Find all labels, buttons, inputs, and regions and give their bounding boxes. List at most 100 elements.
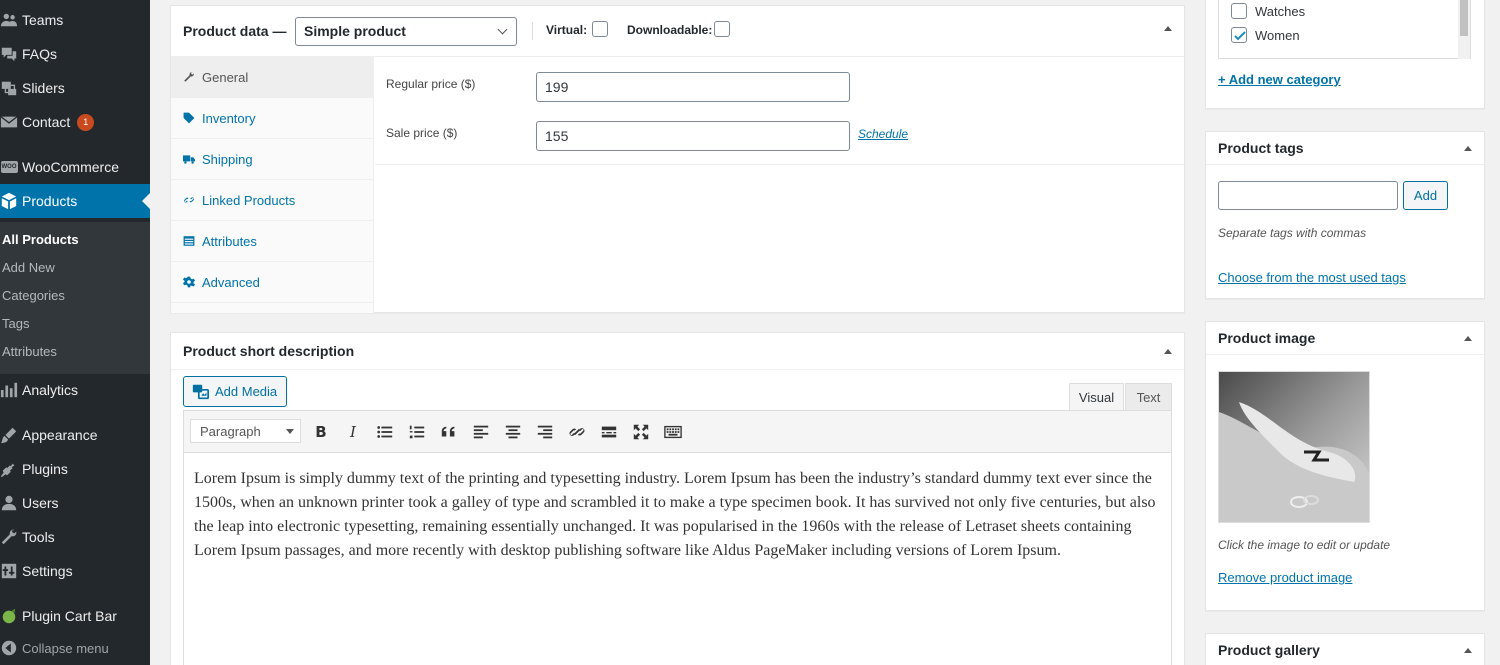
products-icon [0,192,22,210]
submenu-attributes[interactable]: Attributes [2,344,57,359]
collapse-toggle-icon[interactable] [1164,349,1172,354]
sale-price-input[interactable]: 155 [536,121,850,151]
submenu-all-products[interactable]: All Products [2,232,79,247]
toolbar-toggle-icon[interactable] [662,421,684,443]
add-media-button[interactable]: Add Media [183,376,287,407]
format-select[interactable]: Paragraph [190,419,301,443]
collapse-toggle-icon[interactable] [1164,26,1172,31]
italic-icon[interactable]: I [342,421,364,443]
product-image-thumbnail[interactable] [1218,371,1370,523]
submenu-add-new[interactable]: Add New [2,260,55,275]
menu-item-contact[interactable]: Contact 1 [0,105,150,139]
menu-item-teams[interactable]: Teams [0,3,150,37]
format-value: Paragraph [200,424,261,439]
collapse-toggle-icon[interactable] [1464,336,1472,341]
remove-product-image-link[interactable]: Remove product image [1218,570,1352,585]
align-right-icon[interactable] [534,421,556,443]
gear-icon [183,275,202,289]
tab-visual[interactable]: Visual [1069,383,1124,411]
menu-item-sliders[interactable]: Sliders [0,71,150,105]
menu-item-woocommerce[interactable]: WOO WooCommerce [0,150,150,184]
add-new-category-link[interactable]: + Add new category [1218,72,1341,87]
menu-item-users[interactable]: Users [0,486,150,520]
sale-price-label: Sale price ($) [386,126,458,140]
menu-label: Products [22,193,78,209]
tab-inventory[interactable]: Inventory [171,98,373,139]
regular-price-label: Regular price ($) [386,77,476,91]
menu-item-products[interactable]: Products [0,184,150,218]
tag-input[interactable] [1218,181,1398,210]
editor-content[interactable]: Lorem Ipsum is simply dummy text of the … [183,453,1172,665]
menu-label: Sliders [22,80,65,96]
numbered-list-icon[interactable] [406,421,428,443]
wrench-icon [183,70,202,84]
submenu-tags[interactable]: Tags [2,316,29,331]
chevron-down-icon [497,24,508,35]
read-more-icon[interactable] [598,421,620,443]
fullscreen-icon[interactable] [630,421,652,443]
header-divider [532,22,533,40]
bold-icon[interactable]: B [310,421,332,443]
menu-item-plugins[interactable]: Plugins [0,452,150,486]
editor-toolbar: Paragraph B I [183,410,1172,453]
product-type-value: Simple product [304,23,406,39]
menu-label: FAQs [22,46,58,62]
collapse-icon [0,639,22,657]
product-type-select[interactable]: Simple product [295,17,517,46]
collapse-menu-button[interactable]: Collapse menu [0,631,150,665]
submenu-categories[interactable]: Categories [2,288,65,303]
category-scrollbar[interactable] [1458,0,1470,59]
virtual-checkbox[interactable] [592,21,608,37]
tools-icon [0,528,22,546]
downloadable-label: Downloadable: [627,23,713,37]
insert-link-icon[interactable] [566,421,588,443]
product-image-title: Product image [1218,330,1316,346]
women-checkbox[interactable] [1231,27,1247,43]
scrollbar-thumb[interactable] [1460,0,1468,36]
plugins-icon [0,460,22,478]
align-center-icon[interactable] [502,421,524,443]
list-table-icon [183,234,202,248]
menu-label: Settings [22,563,73,579]
product-image-box: Product image Click the image to edit or… [1205,321,1485,611]
menu-item-faqs[interactable]: FAQs [0,37,150,71]
tab-advanced[interactable]: Advanced [171,262,373,303]
tab-label: Inventory [202,110,256,126]
product-gallery-header: Product gallery [1206,634,1484,665]
regular-price-input[interactable]: 199 [536,72,850,102]
tab-label: Advanced [202,274,260,290]
watches-checkbox[interactable] [1231,3,1247,19]
collapse-toggle-icon[interactable] [1464,146,1472,151]
menu-label: Plugins [22,461,68,477]
bullet-list-icon[interactable] [374,421,396,443]
menu-label: Collapse menu [22,640,109,656]
tab-shipping[interactable]: Shipping [171,139,373,180]
collapse-toggle-icon[interactable] [1464,648,1472,653]
product-tags-header: Product tags [1206,132,1484,165]
menu-item-appearance[interactable]: Appearance [0,418,150,452]
menu-item-tools[interactable]: Tools [0,520,150,554]
schedule-link[interactable]: Schedule [858,127,908,141]
category-women[interactable]: Women [1231,27,1300,43]
category-checklist[interactable]: Watches Women [1218,0,1471,59]
tab-attributes[interactable]: Attributes [171,221,373,262]
tab-general[interactable]: General [171,57,373,98]
tab-text[interactable]: Text [1125,383,1172,411]
menu-label: Plugin Cart Bar [22,608,117,624]
add-tag-button[interactable]: Add [1403,181,1448,210]
menu-item-plugin-cart-bar[interactable]: Plugin Cart Bar [0,599,150,633]
tags-hint: Separate tags with commas [1218,226,1367,240]
menu-item-settings[interactable]: Settings [0,554,150,588]
tab-linked-products[interactable]: Linked Products [171,180,373,221]
blockquote-icon[interactable] [438,421,460,443]
menu-label: Appearance [22,427,98,443]
menu-item-analytics[interactable]: Analytics [0,373,150,407]
align-left-icon[interactable] [470,421,492,443]
woocommerce-icon: WOO [0,161,22,173]
general-panel: Regular price ($) 199 Sale price ($) 155… [375,57,1184,165]
downloadable-checkbox[interactable] [714,21,730,37]
category-watches[interactable]: Watches [1231,3,1305,19]
choose-most-used-tags-link[interactable]: Choose from the most used tags [1218,270,1406,285]
users-icon [0,494,22,512]
contact-icon [0,113,22,131]
